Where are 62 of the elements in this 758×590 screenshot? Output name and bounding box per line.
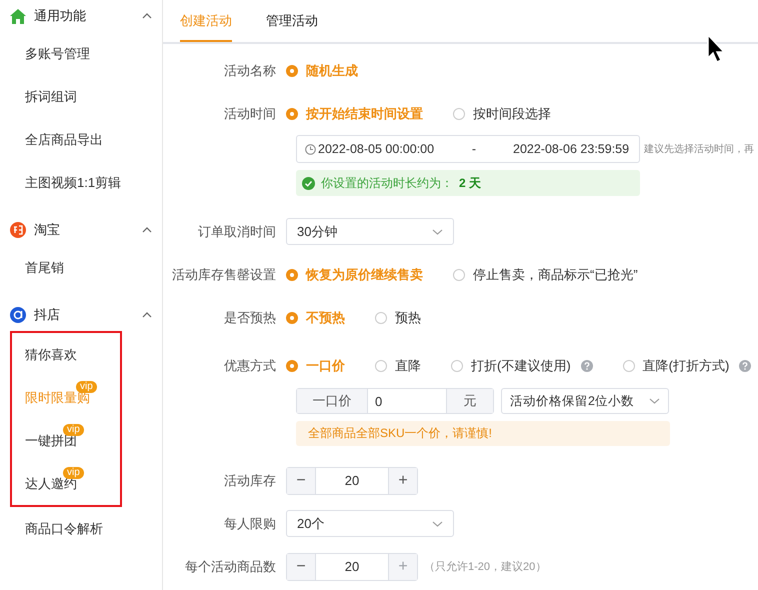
cursor-icon <box>707 34 725 64</box>
help-icon[interactable] <box>739 360 752 372</box>
hint-text: 建议先选择活动时间，再 <box>644 142 754 156</box>
clock-icon <box>305 144 316 154</box>
dropdown[interactable]: 活动价格保留2位小数 <box>501 388 669 414</box>
field-label: 订单取消时间 <box>197 222 277 240</box>
sidebar-item[interactable]: 拆词组词 <box>25 88 77 106</box>
sidebar-item[interactable]: 全店商品导出 <box>25 130 103 148</box>
dropdown[interactable]: 20个 <box>286 510 454 537</box>
help-icon[interactable] <box>580 360 593 372</box>
radio-button[interactable] <box>286 360 298 372</box>
vip-badge: vip <box>63 466 84 478</box>
field-label: 每人限购 <box>223 514 277 532</box>
chevron-down-icon <box>649 398 660 404</box>
radio-label[interactable]: 直降(打折方式) <box>642 356 730 374</box>
field-label: 活动库存售罄设置 <box>171 266 277 284</box>
home-icon <box>10 8 26 24</box>
radio-label[interactable]: 停止售卖，商品标示“已抢光” <box>473 266 638 284</box>
field-label: 活动名称 <box>223 62 277 80</box>
radio-label[interactable]: 按时间段选择 <box>473 104 551 122</box>
radio-label[interactable]: 直降 <box>395 356 421 374</box>
sidebar-section-header[interactable]: 通用功能 <box>0 0 162 32</box>
sidebar-item[interactable]: 主图视频1:1剪辑 <box>25 174 122 192</box>
sidebar-item[interactable]: 猜你喜欢 <box>25 346 77 364</box>
chevron-down-icon <box>432 520 443 526</box>
field-label: 优惠方式 <box>223 356 277 374</box>
sidebar-section-header[interactable]: 淘宝 <box>0 214 162 246</box>
radio-label[interactable]: 打折(不建议使用) <box>471 356 571 374</box>
radio-button[interactable] <box>622 360 635 372</box>
tab[interactable]: 管理活动 <box>266 0 318 42</box>
radio-button[interactable] <box>375 360 387 372</box>
date-range-field[interactable]: 2022-08-05 00:00:00 - 2022-08-06 23:59:59 <box>296 135 640 163</box>
field-label: 活动库存 <box>223 472 277 490</box>
field-label: 活动时间 <box>223 104 277 122</box>
decrement-button[interactable]: − <box>287 468 315 494</box>
radio-button[interactable] <box>375 312 387 324</box>
hint-text: （只允许1-20，建议20） <box>424 560 546 574</box>
radio-label[interactable]: 预热 <box>395 308 421 326</box>
radio-button[interactable] <box>451 360 463 372</box>
sidebar-item[interactable]: 首尾销 <box>25 258 64 276</box>
notice-text: 你设置的活动时长约为：2 天 <box>321 174 482 192</box>
field-label: 是否预热 <box>223 308 277 326</box>
radio-button[interactable] <box>286 64 298 76</box>
shop-logo-icon <box>10 307 26 323</box>
field-label: 每个活动商品数 <box>184 558 277 576</box>
check-circle-icon <box>302 176 315 190</box>
vip-badge: vip <box>63 424 84 436</box>
radio-button[interactable] <box>453 108 465 120</box>
radio-button[interactable] <box>286 312 298 324</box>
vip-badge: vip <box>76 380 97 392</box>
radio-button[interactable] <box>453 268 465 280</box>
radio-button[interactable] <box>286 268 298 280</box>
decrement-button[interactable]: − <box>287 554 315 580</box>
sidebar-item[interactable]: 多账号管理 <box>25 44 90 62</box>
warning-notice: 全部商品全部SKU一个价，请谨慎! <box>296 421 670 446</box>
increment-button[interactable]: + <box>389 468 417 494</box>
radio-button[interactable] <box>286 108 298 120</box>
shop-logo-icon <box>10 222 26 238</box>
sidebar-item[interactable]: 商品口令解析 <box>25 520 103 538</box>
sidebar-section-header[interactable]: 抖店 <box>0 299 162 331</box>
dropdown[interactable]: 30分钟 <box>286 218 454 245</box>
chevron-down-icon <box>432 228 443 234</box>
